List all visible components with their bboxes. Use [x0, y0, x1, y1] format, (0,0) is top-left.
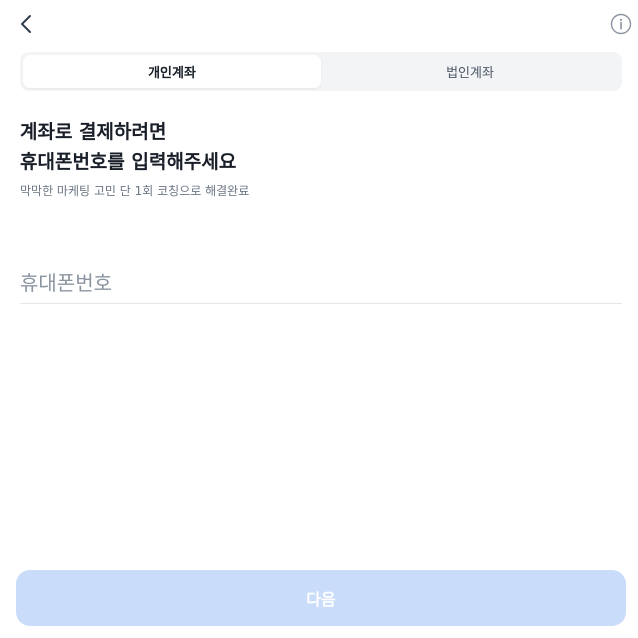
- headline-line-2: 휴대폰번호를 입력해주세요: [20, 151, 237, 173]
- phone-number-input[interactable]: [20, 266, 622, 300]
- payment-page: 개인계좌 법인계좌 계좌로 결제하려면 휴대폰번호를 입력해주세요 막막한 마케…: [0, 0, 638, 638]
- back-button[interactable]: [12, 10, 40, 38]
- tab-corporate-account[interactable]: 법인계좌: [321, 55, 619, 88]
- page-title: 계좌로 결제하려면 휴대폰번호를 입력해주세요: [20, 117, 236, 177]
- tab-personal-account[interactable]: 개인계좌: [23, 55, 321, 88]
- headline-line-1: 계좌로 결제하려면: [20, 121, 167, 143]
- info-circle-icon: [610, 13, 632, 35]
- info-button[interactable]: [610, 13, 632, 35]
- account-type-tabs: 개인계좌 법인계좌: [20, 52, 622, 91]
- next-button[interactable]: 다음: [16, 570, 626, 626]
- subtitle: 막막한 마케팅 고민 단 1회 코칭으로 해결완료: [20, 184, 250, 198]
- phone-field: [20, 266, 622, 304]
- chevron-left-icon: [21, 15, 31, 33]
